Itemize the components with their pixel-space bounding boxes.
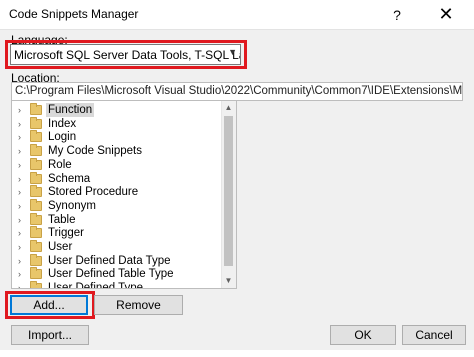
folder-icon (30, 198, 42, 211)
chevron-right-icon[interactable]: › (18, 144, 21, 158)
tree-item[interactable]: › Stored Procedure (12, 185, 222, 199)
language-selected-value: Microsoft SQL Server Data Tools, T-SQL L… (14, 48, 240, 62)
add-button[interactable]: Add... (10, 295, 88, 315)
language-dropdown[interactable]: Microsoft SQL Server Data Tools, T-SQL L… (10, 44, 241, 65)
tree-item-label: User Defined Data Type (48, 254, 171, 267)
folder-icon (30, 144, 42, 157)
scroll-thumb[interactable] (224, 116, 233, 266)
tree-item[interactable]: › Index (12, 116, 222, 131)
folder-icon (30, 212, 42, 225)
tree-item[interactable]: › Table (12, 212, 222, 227)
tree-item[interactable]: › Schema (12, 171, 222, 186)
ok-button[interactable]: OK (330, 325, 396, 345)
tree-item[interactable]: › User Defined Table Type (12, 267, 222, 281)
chevron-right-icon[interactable]: › (18, 130, 21, 144)
chevron-right-icon[interactable]: › (18, 103, 21, 117)
folder-icon (30, 253, 42, 266)
chevron-right-icon[interactable]: › (18, 185, 21, 199)
tree-item-label: Stored Procedure (48, 186, 139, 199)
chevron-right-icon[interactable]: › (18, 117, 21, 131)
tree-item[interactable]: › Synonym (12, 198, 222, 213)
tree-item[interactable]: › Trigger (12, 226, 222, 240)
chevron-right-icon[interactable]: › (18, 172, 21, 186)
tree-item-label: Index (48, 117, 77, 130)
chevron-down-icon: ▼ (228, 47, 237, 57)
scroll-up-icon[interactable]: ▲ (221, 101, 236, 115)
tree-item-label: User Defined Table Type (48, 268, 174, 281)
tree-item[interactable]: › My Code Snippets (12, 144, 222, 158)
folder-icon (30, 171, 42, 184)
folder-icon (30, 103, 42, 115)
tree-item-label: Synonym (48, 199, 96, 212)
chevron-right-icon[interactable]: › (18, 254, 21, 268)
close-button[interactable]: ✕ (426, 3, 466, 27)
chevron-right-icon[interactable]: › (18, 158, 21, 172)
help-button[interactable]: ? (386, 6, 408, 24)
tree-item[interactable]: › User Defined Data Type (12, 253, 222, 268)
chevron-right-icon[interactable]: › (18, 213, 21, 227)
remove-button[interactable]: Remove (94, 295, 183, 315)
tree-item-label: My Code Snippets (48, 145, 142, 158)
window-title: Code Snippets Manager (9, 7, 139, 21)
cancel-button[interactable]: Cancel (402, 325, 466, 345)
tree-item-label: User (48, 241, 73, 253)
chevron-right-icon[interactable]: › (18, 199, 21, 213)
folder-icon (30, 157, 42, 170)
chevron-right-icon[interactable]: › (18, 267, 21, 281)
tree-item-label: Login (48, 131, 77, 144)
tree-item-label: Role (48, 158, 72, 171)
folder-icon (30, 267, 42, 280)
tree-item[interactable]: › User Defined Type (12, 281, 222, 289)
location-value: C:\Program Files\Microsoft Visual Studio… (15, 85, 463, 97)
background-editor-strip (0, 350, 474, 357)
tree-item-label: Schema (48, 172, 91, 185)
tree-item-label: Table (48, 213, 76, 226)
folder-icon (30, 130, 42, 143)
import-button[interactable]: Import... (11, 325, 89, 345)
chevron-right-icon[interactable]: › (18, 226, 21, 240)
folder-icon (30, 116, 42, 129)
tree-item-label: Trigger (48, 227, 84, 240)
chevron-right-icon[interactable]: › (18, 240, 21, 254)
snippet-folder-tree[interactable]: › Function › Index › Login › My Code Snippets › R… (11, 100, 237, 289)
chevron-right-icon[interactable]: › (18, 281, 21, 288)
folder-icon (30, 281, 42, 288)
location-field[interactable]: C:\Program Files\Microsoft Visual Studio… (11, 82, 463, 101)
tree-item[interactable]: › Function (12, 103, 222, 117)
tree-item[interactable]: › Role (12, 157, 222, 172)
scroll-down-icon[interactable]: ▼ (221, 274, 236, 288)
tree-item[interactable]: › User (12, 240, 222, 254)
folder-icon (30, 240, 42, 252)
folder-icon (30, 185, 42, 198)
title-bar: Code Snippets Manager ? ✕ (0, 0, 474, 30)
tree-item[interactable]: › Login (12, 130, 222, 144)
folder-icon (30, 226, 42, 239)
tree-item-label: User Defined Type (48, 282, 144, 289)
tree-item-label: Function (46, 103, 95, 117)
